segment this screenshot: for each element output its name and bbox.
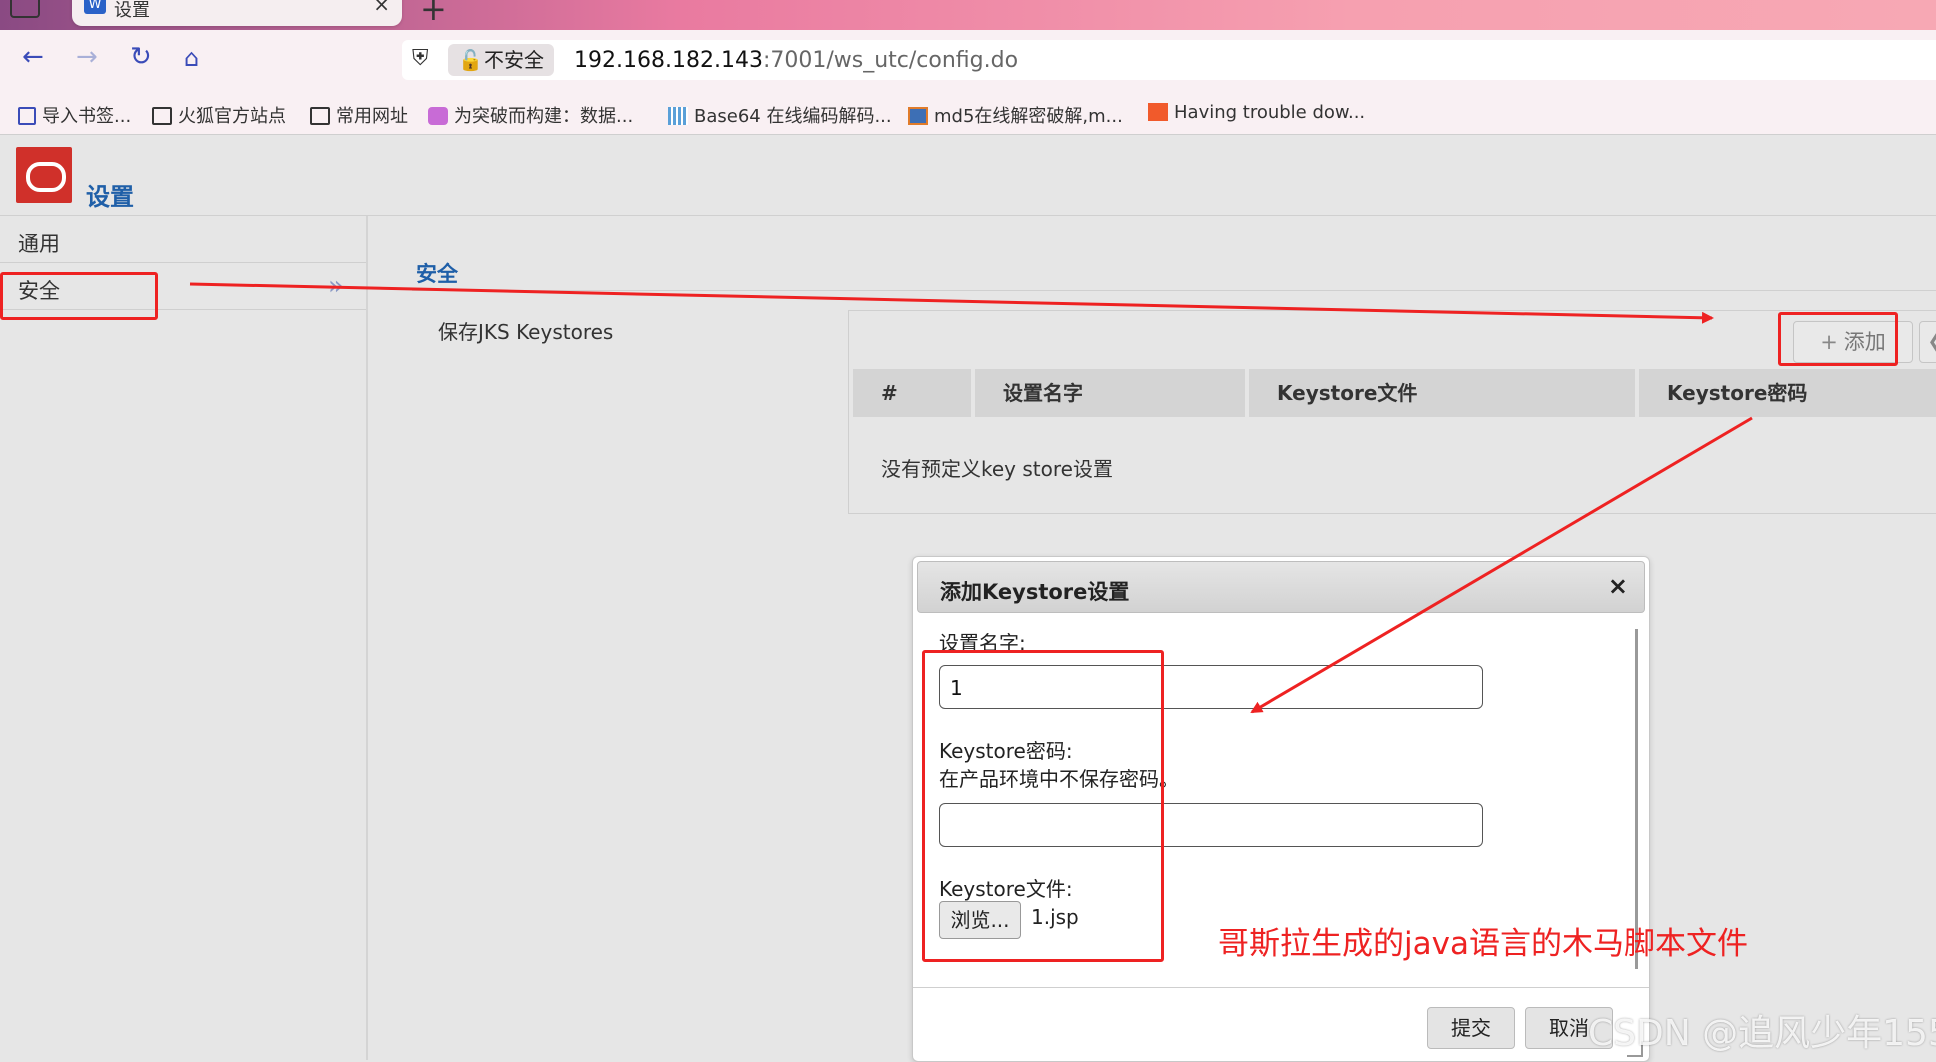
- annotation-text: 哥斯拉生成的java语言的木马脚本文件: [1218, 926, 1748, 962]
- annotation-arrows: [189, 282, 1753, 714]
- annotation-arrow-to-add: [189, 282, 1714, 324]
- watermark: CSDN @追风少年155: [1588, 1013, 1936, 1054]
- annotation-arrow-to-form: [1250, 416, 1753, 714]
